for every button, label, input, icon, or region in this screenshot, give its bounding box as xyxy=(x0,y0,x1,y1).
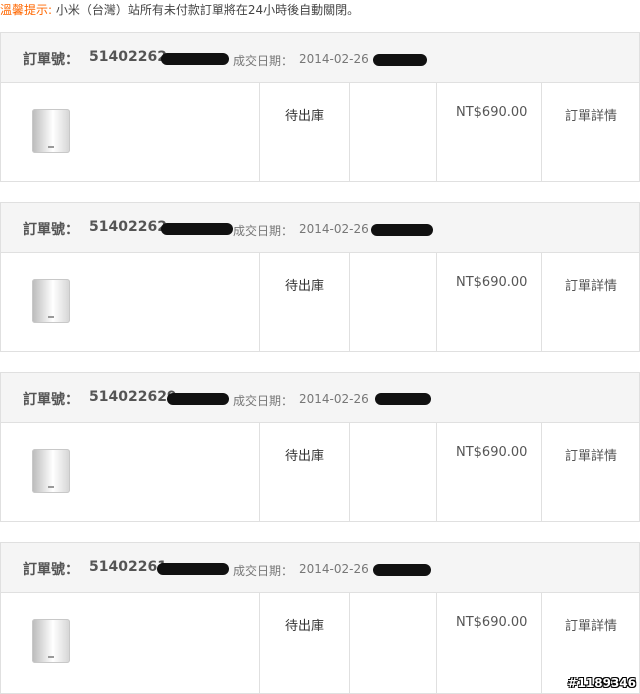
product-thumbnail[interactable] xyxy=(32,109,70,153)
order-date: 2014-02-26 xyxy=(299,222,369,236)
order-date-label: 成交日期： xyxy=(233,54,294,68)
product-thumbnail[interactable] xyxy=(32,619,70,663)
column-divider xyxy=(436,422,437,521)
column-divider xyxy=(541,592,542,693)
order-number-label: 訂單號： xyxy=(23,222,79,238)
order-number-label: 訂單號： xyxy=(23,562,79,578)
column-divider xyxy=(541,422,542,521)
order-date: 2014-02-26 xyxy=(299,562,369,576)
order-status: 待出庫 xyxy=(285,109,325,124)
order-item-row: 待出庫 NT$690.00 訂單詳情 xyxy=(1,592,639,693)
product-thumbnail[interactable] xyxy=(32,449,70,493)
order-item-row: 待出庫 NT$690.00 訂單詳情 xyxy=(1,82,639,181)
order-detail-link[interactable]: 訂單詳情 xyxy=(565,615,617,634)
redaction-mark xyxy=(371,224,433,236)
order-number: 514022629 xyxy=(89,389,177,405)
redaction-mark xyxy=(157,563,229,575)
order-detail-link[interactable]: 訂單詳情 xyxy=(565,445,617,464)
column-divider xyxy=(436,592,437,693)
column-divider xyxy=(349,592,350,693)
order-price: NT$690.00 xyxy=(456,105,528,120)
column-divider xyxy=(436,252,437,351)
order-number: 51402261 xyxy=(89,559,167,575)
order-price: NT$690.00 xyxy=(456,445,528,460)
order-price: NT$690.00 xyxy=(456,275,528,290)
column-divider xyxy=(349,82,350,181)
column-divider xyxy=(349,252,350,351)
order-status: 待出庫 xyxy=(285,449,325,464)
redaction-mark xyxy=(167,393,229,405)
redaction-mark xyxy=(375,393,431,405)
order-number: 51402262 xyxy=(89,49,167,65)
order-header: 訂單號： 51402261 成交日期： 2014-02-26 xyxy=(1,543,639,593)
image-watermark: #1189346 xyxy=(567,676,636,690)
order-header: 訂單號： 514022629 成交日期： 2014-02-26 xyxy=(1,373,639,423)
column-divider xyxy=(541,82,542,181)
column-divider xyxy=(259,82,260,181)
product-thumbnail[interactable] xyxy=(32,279,70,323)
column-divider xyxy=(436,82,437,181)
order-number-label: 訂單號： xyxy=(23,52,79,68)
order-card: 訂單號： 51402262 成交日期： 2014-02-26 待出庫 NT$69… xyxy=(0,202,640,352)
order-card: 訂單號： 514022629 成交日期： 2014-02-26 待出庫 NT$6… xyxy=(0,372,640,522)
order-detail-link[interactable]: 訂單詳情 xyxy=(565,275,617,294)
column-divider xyxy=(259,422,260,521)
notice-bar: 溫馨提示: 小米（台灣）站所有未付款訂單將在24小時後自動關閉。 xyxy=(0,3,360,17)
order-date: 2014-02-26 xyxy=(299,392,369,406)
order-number: 51402262 xyxy=(89,219,167,235)
redaction-mark xyxy=(373,564,431,576)
order-detail-link[interactable]: 訂單詳情 xyxy=(565,105,617,124)
order-card: 訂單號： 51402261 成交日期： 2014-02-26 待出庫 NT$69… xyxy=(0,542,640,694)
order-number-label: 訂單號： xyxy=(23,392,79,408)
order-status: 待出庫 xyxy=(285,619,325,634)
redaction-mark xyxy=(161,223,233,235)
redaction-mark xyxy=(161,53,229,65)
notice-text: 小米（台灣）站所有未付款訂單將在24小時後自動關閉。 xyxy=(55,3,360,17)
order-date-label: 成交日期： xyxy=(233,224,294,238)
notice-label: 溫馨提示 xyxy=(0,3,49,17)
order-card: 訂單號： 51402262 成交日期： 2014-02-26 待出庫 NT$69… xyxy=(0,32,640,182)
order-header: 訂單號： 51402262 成交日期： 2014-02-26 xyxy=(1,33,639,83)
order-header: 訂單號： 51402262 成交日期： 2014-02-26 xyxy=(1,203,639,253)
order-status: 待出庫 xyxy=(285,279,325,294)
order-price: NT$690.00 xyxy=(456,615,528,630)
column-divider xyxy=(259,592,260,693)
order-date-label: 成交日期： xyxy=(233,394,294,408)
column-divider xyxy=(259,252,260,351)
order-date: 2014-02-26 xyxy=(299,52,369,66)
order-item-row: 待出庫 NT$690.00 訂單詳情 xyxy=(1,252,639,351)
order-date-label: 成交日期： xyxy=(233,564,294,578)
column-divider xyxy=(349,422,350,521)
redaction-mark xyxy=(373,54,427,66)
order-item-row: 待出庫 NT$690.00 訂單詳情 xyxy=(1,422,639,521)
column-divider xyxy=(541,252,542,351)
